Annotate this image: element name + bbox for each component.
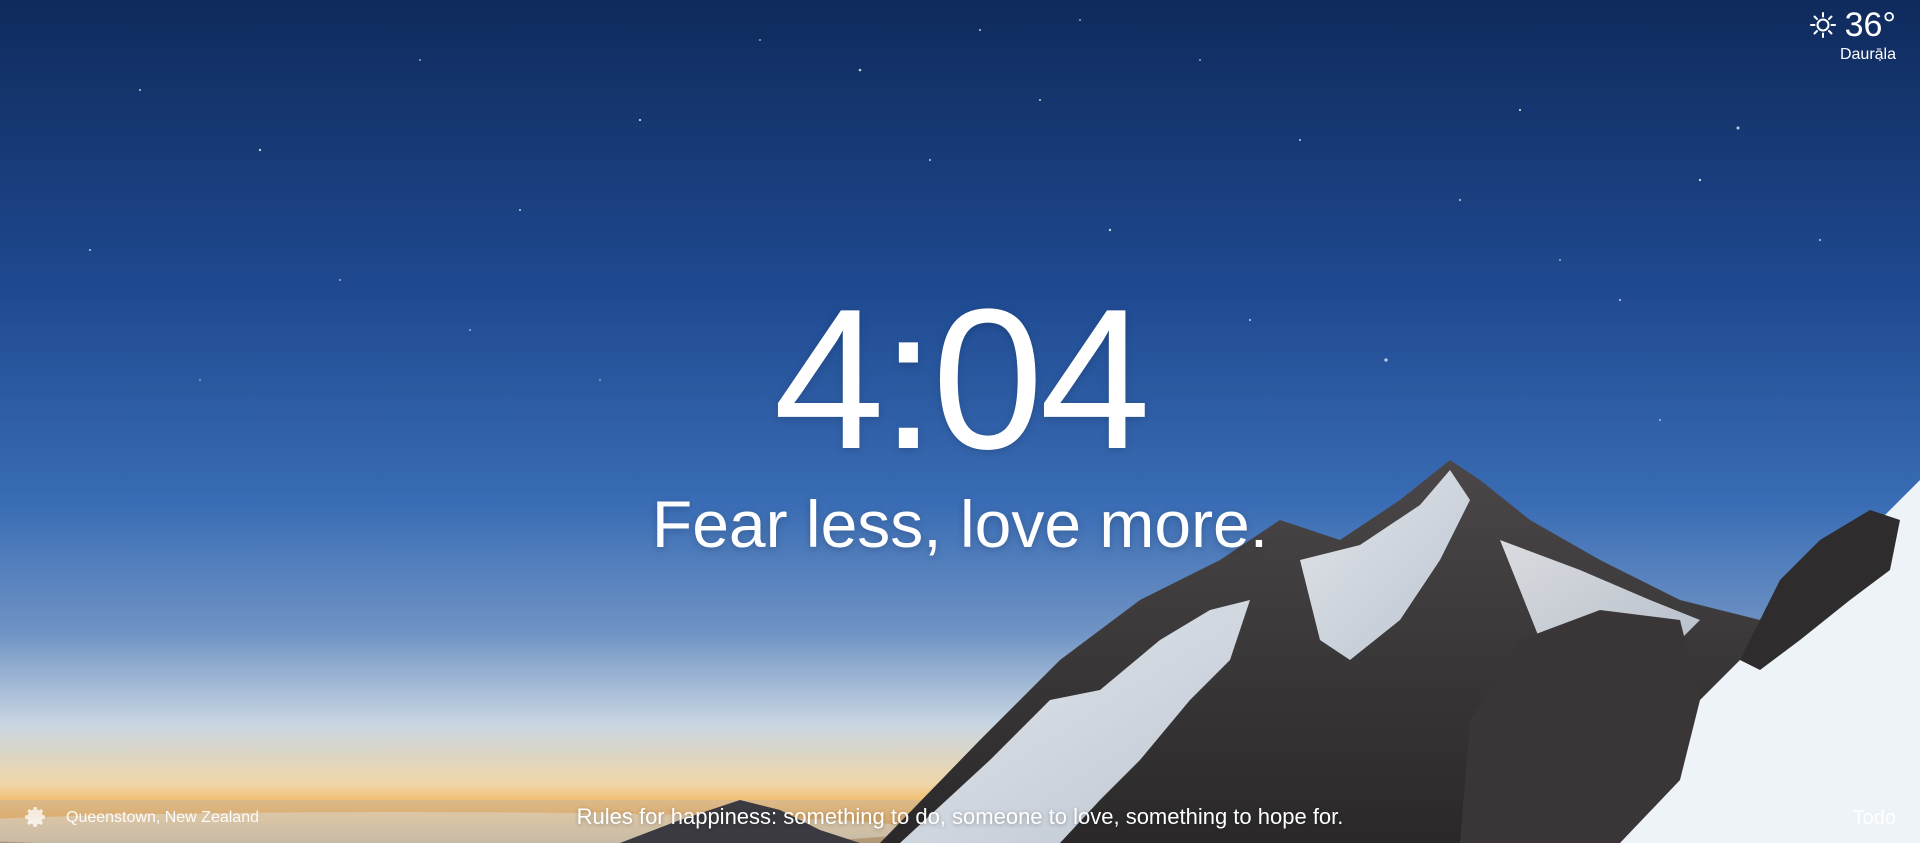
weather-temperature: 36° xyxy=(1844,6,1896,44)
weather-location: Daurāla xyxy=(1839,46,1896,63)
center-content: 4:04 Fear less, love more. xyxy=(0,280,1920,562)
footer-bar: Queenstown, New Zealand Rules for happin… xyxy=(0,803,1920,831)
quote-text[interactable]: Rules for happiness: something to do, so… xyxy=(0,805,1920,829)
todo-button[interactable]: Todo xyxy=(1853,807,1896,829)
sun-icon xyxy=(1809,11,1837,39)
greeting-text[interactable]: Fear less, love more. xyxy=(0,486,1920,562)
weather-widget[interactable]: 36° Daurāla xyxy=(1809,6,1896,64)
clock-time: 4:04 xyxy=(773,268,1150,491)
